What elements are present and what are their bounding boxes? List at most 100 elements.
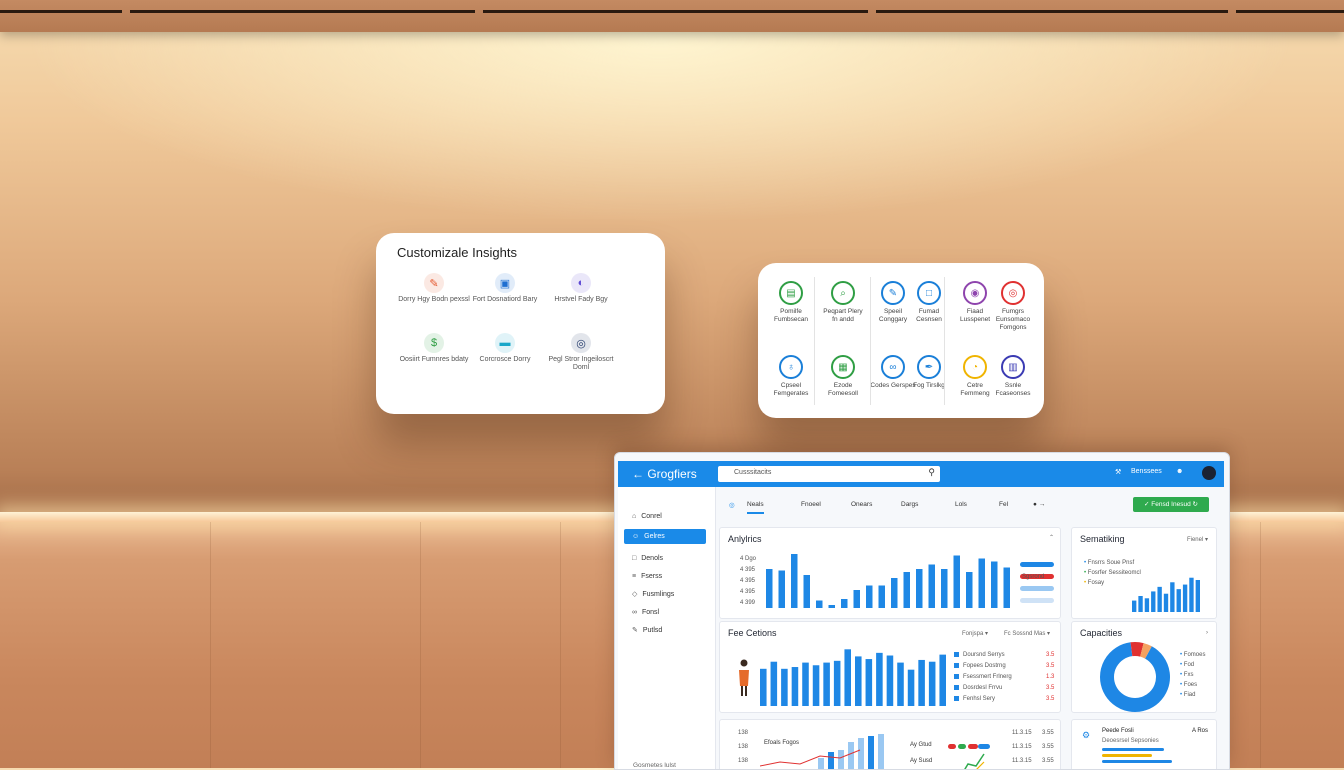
notification-icon[interactable]: ⚒	[1115, 468, 1121, 476]
sidebar-item-label: Gelres	[644, 533, 665, 540]
tab-bar: ◎ Neals Fnoeel Onears Dargs Lols Fel ● → ✓ Fens…	[719, 493, 1219, 517]
y-tick-label: 4 395	[740, 589, 756, 595]
feature-divider	[870, 277, 871, 405]
insight-tile[interactable]: ✎ Dorry Hgy Bodn pexssl	[397, 273, 471, 304]
insight-tile[interactable]: ◐ Hrstvel Fady Bgy	[544, 273, 618, 304]
analytics-bar-chart	[766, 554, 1010, 608]
legend-item: • Fod	[1180, 662, 1194, 668]
top-bar: ← Grogfiers Cusssitacits ⚲ ⚒ Benssees ☻	[618, 461, 1224, 487]
insights-card: Customizale Insights ✎ Dorry Hgy Bodn pex…	[376, 233, 665, 414]
feature-label: Cpseel Femgerates	[773, 382, 809, 397]
feature-tile[interactable]: ⌕ Peqpart Plery fn andd	[820, 281, 866, 324]
tab[interactable]: Onears	[851, 501, 872, 508]
pen-icon: ✎	[881, 281, 905, 305]
feature-tile[interactable]: ◎ Fumgrs Eunsomaco Fomgons	[990, 281, 1036, 332]
search-icon[interactable]: ⚲	[928, 467, 935, 478]
legend-value: 3.5	[1046, 685, 1055, 691]
insight-tile[interactable]: ▬ Corcrosce Dorry	[468, 333, 542, 364]
wood-plank-line	[1260, 522, 1261, 768]
feature-label: Ssnle Fcaseonses	[995, 382, 1031, 397]
tab[interactable]: Fel	[999, 501, 1008, 508]
sidebar-item[interactable]: ⌂ Conrel	[624, 509, 706, 524]
legend-label: Fopees Dostrng	[963, 663, 1006, 670]
chart-bar	[918, 659, 925, 706]
target-icon: ◎	[571, 333, 591, 353]
donut-slice	[1100, 642, 1170, 712]
insight-tile[interactable]: $ Oosiirt Fumnres bdaty	[397, 333, 471, 364]
new-item-button[interactable]: ✓ Fensd Inesud ↻	[1133, 497, 1209, 512]
new-item-label: Fensd Inesud	[1151, 501, 1191, 508]
more-tabs-icon[interactable]: ● →	[1033, 501, 1045, 508]
legend-label: Fxs	[1183, 672, 1194, 678]
sidebar-item[interactable]: □ Denols	[624, 551, 706, 566]
user-icon[interactable]: ☻	[1176, 468, 1183, 475]
fee-filter-a[interactable]: Fonjspa ▾	[962, 630, 988, 637]
collapse-icon[interactable]: ⌃	[1049, 534, 1054, 541]
legend-swatch	[954, 674, 959, 679]
feature-divider	[814, 277, 815, 405]
chart-bar	[1132, 600, 1137, 612]
y-tick-label: 138	[738, 758, 749, 764]
chart-bar	[791, 554, 798, 608]
sidebar-item[interactable]: ✎ Putlsd	[624, 623, 706, 638]
tab[interactable]: Lols	[955, 501, 967, 508]
person-illustration-icon	[739, 659, 749, 696]
feature-tile[interactable]: ▤ Pomilfe Fumbsecan	[768, 281, 814, 324]
sidebar-item[interactable]: ≡ Fserss	[624, 569, 706, 584]
chart-bar	[865, 659, 873, 706]
search-input[interactable]: Cusssitacits	[734, 469, 771, 476]
chart-bar	[891, 578, 898, 608]
chart-bar	[778, 570, 785, 608]
chart-bar	[939, 654, 946, 706]
fee-filter-b[interactable]: Fc Sossnd Mas ▾	[1004, 630, 1050, 637]
select-value: Fienel	[1186, 537, 1204, 543]
capacities-donut-chart	[1100, 642, 1170, 712]
chevron-right-icon[interactable]: ›	[1206, 630, 1208, 636]
sidebar-item[interactable]: ∞ Fonsl	[624, 605, 706, 620]
feature-tile[interactable]: □ Fumad Cesnsen	[906, 281, 952, 324]
legend-swatch	[954, 652, 959, 657]
list-item: • Fosay	[1084, 580, 1104, 586]
sematiking-select[interactable]: Fienel ▾	[1187, 536, 1208, 543]
feature-tile[interactable]: ▦ Ezode Fomeesoll	[820, 355, 866, 398]
settings-icon[interactable]: ⚙	[1082, 730, 1090, 741]
search-box[interactable]: Cusssitacits ⚲	[718, 466, 940, 482]
tab[interactable]: Neals	[747, 501, 764, 514]
feature-label: Fumad Cesnsen	[916, 308, 942, 323]
tab[interactable]: Fnoeel	[801, 501, 821, 508]
chart-bar	[991, 561, 998, 608]
chart-bar	[812, 665, 820, 706]
avatar[interactable]	[1202, 466, 1216, 480]
chart-bar	[907, 669, 915, 706]
brand[interactable]: ← Grogfiers	[632, 467, 697, 481]
sidebar-item[interactable]: ☺ Gelres	[624, 529, 706, 544]
insight-label: Fort Dosnatiord Bary	[472, 296, 538, 303]
insight-label: Hrstvel Fady Bgy	[554, 296, 608, 303]
donut-slice	[1139, 643, 1152, 659]
capacities-panel: Capacities › • Fomoes • Fod • Fxs • Foes • F…	[1071, 621, 1217, 713]
tab[interactable]: Dargs	[901, 501, 918, 508]
chart-bar	[1157, 586, 1162, 612]
chart-bar	[941, 569, 948, 608]
pen-nib-icon: ✒	[917, 355, 941, 379]
feature-tile[interactable]: ▥ Ssnle Fcaseonses	[990, 355, 1036, 398]
back-arrow-icon[interactable]: ←	[632, 467, 644, 481]
legend-swatch	[954, 685, 959, 690]
insight-tile[interactable]: ▣ Fort Dosnatiord Bary	[468, 273, 542, 304]
refresh-icon: ↻	[1192, 501, 1198, 508]
insight-tile[interactable]: ◎ Pegl Stror Ingeiloscrt Doml	[544, 333, 618, 372]
ceiling-seam	[130, 10, 475, 13]
wood-plank-line	[560, 522, 561, 768]
chart-bar	[876, 652, 883, 706]
sidebar-item[interactable]: ◇ Fusmlings	[624, 587, 706, 602]
feature-tile[interactable]: ✒ Fog Tirslkg	[906, 355, 952, 390]
brush-icon: ✎	[424, 273, 444, 293]
sematiking-panel: Sematiking Fienel ▾ • Fnsrrs Soue Pnsf • …	[1071, 527, 1217, 619]
user-icon: ☺	[632, 533, 640, 540]
feature-tile[interactable]: ♁ Cpseel Femgerates	[768, 355, 814, 398]
sematiking-title: Sematiking	[1080, 534, 1125, 544]
toggle-icon: ◐	[571, 273, 591, 293]
chart-bar	[803, 575, 810, 608]
topbar-link[interactable]: Benssees	[1131, 468, 1162, 475]
feature-label: Pomilfe Fumbsecan	[774, 308, 808, 323]
